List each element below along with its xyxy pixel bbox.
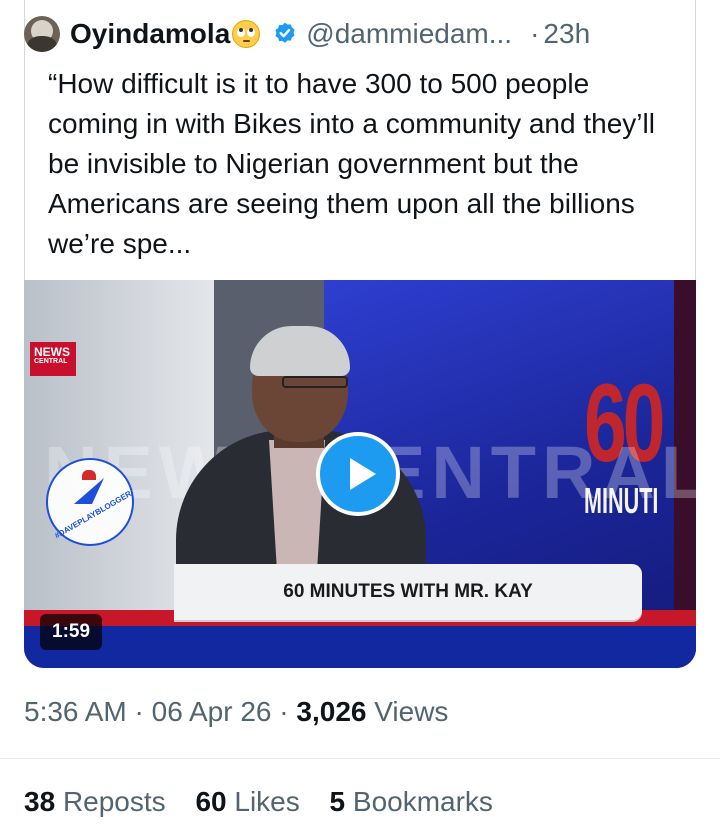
quoted-tweet-text: “How difficult is it to have 300 to 500 … <box>48 68 655 259</box>
channel-logo-line1: NEWS <box>34 345 70 359</box>
tweet-meta: 5:36 AM · 06 Apr 26 · 3,026 Views <box>24 696 448 728</box>
likes-label: Likes <box>234 786 300 817</box>
engagement-stats: 38 Reposts 60 Likes 5 Bookmarks <box>24 786 493 818</box>
divider <box>0 758 720 759</box>
bookmarks-count: 5 <box>329 786 346 817</box>
post-age[interactable]: 23h <box>543 18 590 50</box>
video-duration: 1:59 <box>40 614 103 650</box>
bookmarks-label: Bookmarks <box>352 786 493 817</box>
watermark-logo: #DAVEPLAYBLOGGER <box>46 458 134 546</box>
reposts-label: Reposts <box>62 786 166 817</box>
channel-logo: NEWS CENTRAL <box>30 342 76 376</box>
author-name[interactable]: Oyindamola <box>70 18 230 50</box>
verified-badge-icon <box>275 22 295 43</box>
meta-separator: · <box>134 696 144 727</box>
eye-roll-emoji-icon <box>232 20 261 48</box>
quoted-tweet-header: Oyindamola @dammiedam... · 23h <box>24 14 590 54</box>
post-date[interactable]: 06 Apr 26 <box>152 696 272 727</box>
post-time[interactable]: 5:36 AM <box>24 696 127 727</box>
author-handle[interactable]: @dammiedam... <box>306 18 512 50</box>
lower-third-caption: 60 MINUTES WITH MR. KAY <box>174 564 642 620</box>
presenter-glasses <box>282 376 348 388</box>
lower-stripe-blue <box>24 626 696 668</box>
views-label[interactable]: Views <box>374 696 448 727</box>
play-button[interactable] <box>316 432 400 516</box>
channel-logo-line2: CENTRAL <box>34 358 68 365</box>
likes-link[interactable]: 60 Likes <box>195 786 299 817</box>
play-icon <box>350 458 376 490</box>
video-player[interactable]: 60 MINUTI NEWS CENTRAL NEWS CENTRAL #DAV… <box>24 280 696 668</box>
likes-count: 60 <box>195 786 227 817</box>
reposts-count: 38 <box>24 786 56 817</box>
separator-dot: · <box>530 18 540 49</box>
reposts-link[interactable]: 38 Reposts <box>24 786 166 817</box>
meta-separator: · <box>279 696 289 727</box>
bookmarks-link[interactable]: 5 Bookmarks <box>330 786 493 817</box>
views-count[interactable]: 3,026 <box>296 696 366 727</box>
avatar[interactable] <box>24 16 60 52</box>
